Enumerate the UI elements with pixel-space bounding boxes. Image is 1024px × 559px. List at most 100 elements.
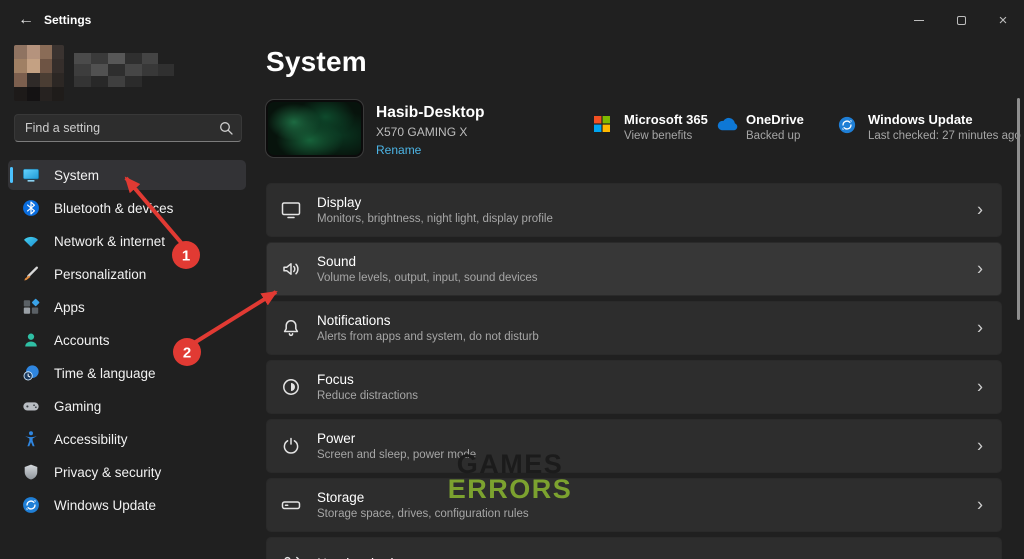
- settings-list: Display Monitors, brightness, night ligh…: [266, 183, 1002, 559]
- search-input[interactable]: [25, 121, 219, 135]
- row-title: Storage: [317, 489, 529, 506]
- status-onedrive[interactable]: OneDrive Backed up: [716, 112, 804, 142]
- chevron-right-icon: ›: [977, 318, 983, 339]
- storage-drive-icon: [279, 493, 303, 517]
- sidebar-nav: System Bluetooth & devices Network & int…: [8, 160, 246, 523]
- avatar: [14, 45, 64, 101]
- bluetooth-icon: [22, 199, 40, 217]
- device-header: Hasib-Desktop X570 GAMING X Rename Micro…: [266, 100, 1002, 158]
- status-windows-update[interactable]: Windows Update Last checked: 27 minutes …: [838, 112, 1021, 142]
- sidebar-item-label: Bluetooth & devices: [54, 201, 173, 216]
- sidebar-item-label: Network & internet: [54, 234, 165, 249]
- row-sound[interactable]: Sound Volume levels, output, input, soun…: [266, 242, 1002, 296]
- page-title: System: [266, 46, 367, 78]
- status-subtitle: View benefits: [624, 130, 708, 142]
- update-icon: [22, 496, 40, 514]
- row-display[interactable]: Display Monitors, brightness, night ligh…: [266, 183, 1002, 237]
- minimize-icon: [914, 20, 924, 21]
- search-icon: [219, 121, 233, 135]
- chevron-right-icon: ›: [977, 200, 983, 221]
- row-title: Nearby sharing: [317, 555, 409, 559]
- device-name: Hasib-Desktop: [376, 104, 485, 122]
- row-title: Sound: [317, 253, 538, 270]
- brush-icon: [22, 265, 40, 283]
- gamepad-icon: [22, 397, 40, 415]
- back-button[interactable]: ←: [14, 8, 38, 32]
- maximize-button[interactable]: [940, 0, 982, 40]
- row-subtitle: Storage space, drives, configuration rul…: [317, 507, 529, 522]
- row-subtitle: Reduce distractions: [317, 389, 418, 404]
- sidebar-item-privacy-security[interactable]: Privacy & security: [8, 457, 246, 487]
- sidebar-item-label: Gaming: [54, 399, 101, 414]
- shield-icon: [22, 463, 40, 481]
- row-title: Power: [317, 430, 476, 447]
- sidebar-item-windows-update[interactable]: Windows Update: [8, 490, 246, 520]
- user-name-blurred: [74, 53, 174, 87]
- sidebar-item-label: Privacy & security: [54, 465, 161, 480]
- onedrive-cloud-icon: [716, 116, 739, 136]
- row-subtitle: Screen and sleep, power mode: [317, 448, 476, 463]
- chevron-right-icon: ›: [977, 495, 983, 516]
- sidebar-item-label: Time & language: [54, 366, 156, 381]
- sound-icon: [279, 257, 303, 281]
- status-subtitle: Last checked: 27 minutes ago: [868, 130, 1021, 142]
- rename-link[interactable]: Rename: [376, 143, 485, 157]
- bell-icon: [279, 316, 303, 340]
- sidebar-item-accounts[interactable]: Accounts: [8, 325, 246, 355]
- minimize-button[interactable]: [898, 0, 940, 40]
- scrollbar-thumb[interactable]: [1017, 98, 1020, 320]
- row-title: Display: [317, 194, 553, 211]
- focus-icon: [279, 375, 303, 399]
- row-subtitle: Alerts from apps and system, do not dist…: [317, 330, 539, 345]
- row-title: Notifications: [317, 312, 539, 329]
- sidebar-item-bluetooth-devices[interactable]: Bluetooth & devices: [8, 193, 246, 223]
- row-power[interactable]: Power Screen and sleep, power mode ›: [266, 419, 1002, 473]
- row-subtitle: Monitors, brightness, night light, displ…: [317, 212, 553, 227]
- row-nearby-sharing[interactable]: Nearby sharing ›: [266, 537, 1002, 559]
- sidebar-item-label: System: [54, 168, 99, 183]
- device-wallpaper-thumbnail: [266, 100, 363, 157]
- sidebar-item-label: Accessibility: [54, 432, 128, 447]
- row-storage[interactable]: Storage Storage space, drives, configura…: [266, 478, 1002, 532]
- display-icon: [279, 198, 303, 222]
- sidebar-item-apps[interactable]: Apps: [8, 292, 246, 322]
- status-subtitle: Backed up: [746, 130, 804, 142]
- status-title: Microsoft 365: [624, 112, 708, 127]
- close-icon: ×: [999, 13, 1008, 28]
- window-title: Settings: [44, 13, 91, 27]
- status-title: Windows Update: [868, 112, 1021, 127]
- status-microsoft365[interactable]: Microsoft 365 View benefits: [594, 112, 708, 142]
- chevron-right-icon: ›: [977, 436, 983, 457]
- sidebar-item-gaming[interactable]: Gaming: [8, 391, 246, 421]
- sidebar: System Bluetooth & devices Network & int…: [0, 40, 255, 559]
- status-title: OneDrive: [746, 112, 804, 127]
- back-arrow-icon: ←: [18, 11, 34, 29]
- sidebar-item-label: Windows Update: [54, 498, 156, 513]
- nearby-sharing-icon: [279, 552, 303, 559]
- sidebar-item-system[interactable]: System: [8, 160, 246, 190]
- row-subtitle: Volume levels, output, input, sound devi…: [317, 271, 538, 286]
- row-notifications[interactable]: Notifications Alerts from apps and syste…: [266, 301, 1002, 355]
- person-icon: [22, 331, 40, 349]
- microsoft-logo-icon: [594, 116, 610, 137]
- row-title: Focus: [317, 371, 418, 388]
- apps-icon: [22, 298, 40, 316]
- close-button[interactable]: ×: [982, 0, 1024, 40]
- wifi-icon: [22, 232, 40, 250]
- sidebar-item-personalization[interactable]: Personalization: [8, 259, 246, 289]
- system-icon: [22, 166, 40, 184]
- sidebar-item-label: Personalization: [54, 267, 146, 282]
- sidebar-item-time-language[interactable]: Time & language: [8, 358, 246, 388]
- sidebar-item-label: Apps: [54, 300, 85, 315]
- device-model: X570 GAMING X: [376, 125, 485, 139]
- chevron-right-icon: ›: [977, 554, 983, 559]
- sidebar-item-accessibility[interactable]: Accessibility: [8, 424, 246, 454]
- windows-update-icon: [838, 116, 856, 139]
- accessibility-person-icon: [22, 430, 40, 448]
- power-icon: [279, 434, 303, 458]
- clock-globe-icon: [22, 364, 40, 382]
- row-focus[interactable]: Focus Reduce distractions ›: [266, 360, 1002, 414]
- sidebar-item-network-internet[interactable]: Network & internet: [8, 226, 246, 256]
- titlebar: ← Settings ×: [0, 0, 1024, 40]
- search-box[interactable]: [14, 114, 242, 142]
